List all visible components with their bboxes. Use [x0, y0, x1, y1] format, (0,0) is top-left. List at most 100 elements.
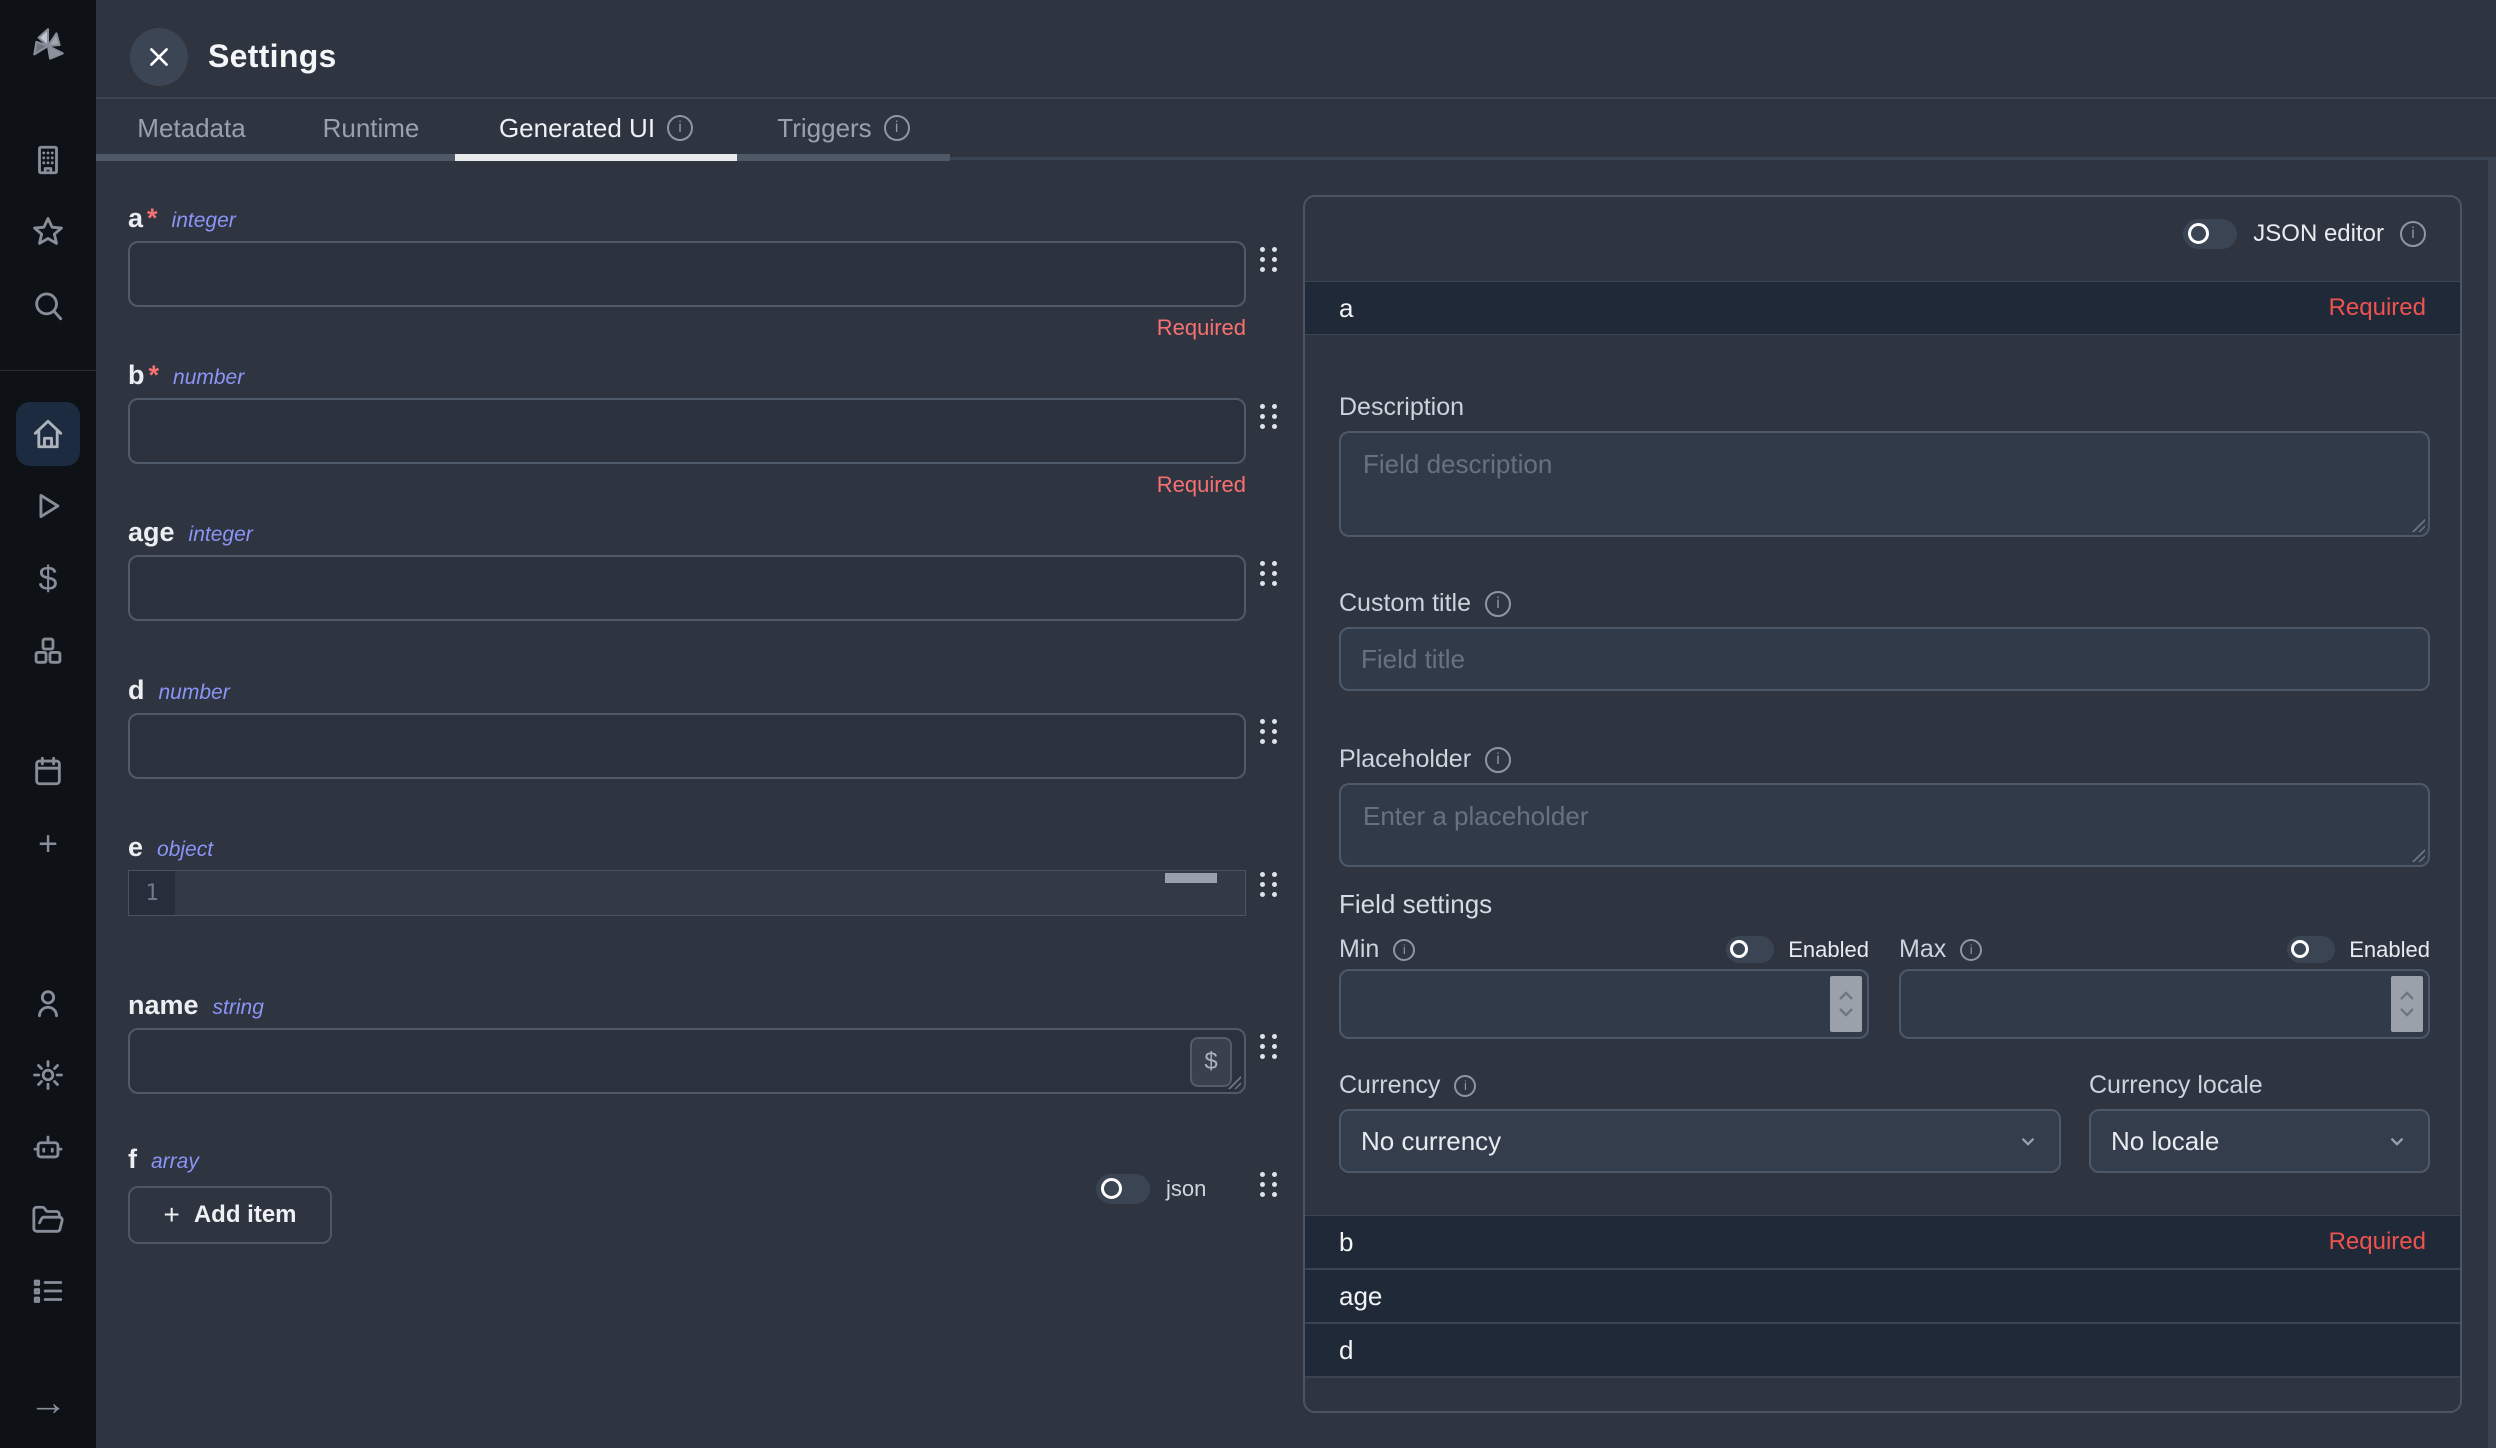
currency-value: No currency	[1361, 1126, 1501, 1157]
tab-strip	[96, 154, 455, 161]
required-note: Required	[128, 472, 1246, 498]
bot-icon[interactable]	[0, 1119, 96, 1175]
search-glyph	[31, 289, 65, 323]
calendar-icon[interactable]	[0, 743, 96, 799]
placeholder-textarea[interactable]: Enter a placeholder	[1339, 783, 2430, 867]
star-icon[interactable]	[0, 204, 96, 260]
field-name-textarea[interactable]: $	[128, 1028, 1246, 1094]
field-a-input[interactable]	[128, 241, 1246, 307]
generated-form-preview: a * integer Required b * number Required…	[128, 195, 1283, 1415]
tab-metadata[interactable]: Metadata	[96, 99, 287, 157]
field-name-string: name string $	[128, 990, 1283, 1094]
add-item-button[interactable]: + Add item	[128, 1186, 332, 1244]
field-type: number	[173, 366, 244, 390]
boxes-glyph	[31, 634, 65, 668]
max-number-input[interactable]	[1899, 969, 2430, 1039]
calendar-glyph	[31, 754, 65, 788]
search-icon[interactable]	[0, 278, 96, 334]
editor-scrollbar[interactable]	[1165, 873, 1217, 883]
max-label-group: Max i	[1899, 935, 1982, 964]
field-row-a[interactable]: a Required	[1305, 281, 2460, 335]
boxes-icon[interactable]	[0, 623, 96, 679]
currency-locale-select[interactable]: No locale	[2089, 1109, 2430, 1173]
resize-handle[interactable]	[2410, 517, 2425, 532]
tab-generated-ui[interactable]: Generated UI i	[455, 99, 737, 157]
description-textarea[interactable]: Field description	[1339, 431, 2430, 537]
close-icon	[146, 44, 172, 70]
field-row-d[interactable]: d	[1305, 1323, 2460, 1377]
json-editor-toggle[interactable]	[2183, 219, 2237, 249]
field-row-b[interactable]: b Required	[1305, 1215, 2460, 1269]
drag-handle-icon[interactable]	[1260, 719, 1282, 753]
bot-glyph	[31, 1130, 65, 1164]
number-spinner[interactable]	[1830, 976, 1862, 1032]
field-d-input[interactable]	[128, 713, 1246, 779]
field-name: d	[128, 675, 145, 706]
field-editor-panel: JSON editor i a Required Description Fie…	[1303, 195, 2462, 1413]
custom-title-input[interactable]	[1339, 627, 2430, 691]
windmill-logo-icon[interactable]	[0, 18, 96, 74]
close-button[interactable]	[130, 28, 188, 86]
field-type: integer	[189, 523, 253, 547]
min-enabled-toggle[interactable]	[1726, 936, 1774, 963]
field-name: e	[128, 832, 143, 863]
drag-handle-icon[interactable]	[1260, 404, 1282, 438]
windmill-logo-glyph	[27, 25, 69, 67]
field-name: a	[128, 203, 143, 234]
drag-handle-icon[interactable]	[1260, 872, 1282, 906]
arrow-right-icon[interactable]: →	[0, 1375, 96, 1431]
resize-handle[interactable]	[2410, 847, 2425, 862]
field-type: object	[157, 838, 213, 862]
field-name: name	[128, 990, 199, 1021]
building-glyph	[31, 143, 65, 177]
chevron-down-icon	[2017, 1130, 2039, 1152]
info-icon: i	[1393, 939, 1415, 961]
field-b-input[interactable]	[128, 398, 1246, 464]
field-type: array	[151, 1150, 199, 1174]
user-icon[interactable]	[0, 975, 96, 1031]
tab-triggers[interactable]: Triggers i	[737, 99, 950, 157]
field-age-input[interactable]	[128, 555, 1246, 621]
gear-icon[interactable]	[0, 1047, 96, 1103]
dollar-icon[interactable]: $	[0, 551, 96, 607]
variable-picker-button[interactable]: $	[1190, 1037, 1232, 1087]
list-icon[interactable]	[0, 1263, 96, 1319]
locale-value: No locale	[2111, 1126, 2219, 1157]
editor-line-number: 1	[129, 871, 175, 915]
json-editor-label: JSON editor	[2253, 220, 2384, 248]
currency-select[interactable]: No currency	[1339, 1109, 2061, 1173]
drag-handle-icon[interactable]	[1260, 247, 1282, 281]
field-head: d number	[128, 675, 1283, 707]
drag-handle-icon[interactable]	[1260, 1034, 1282, 1068]
row-label: a	[1339, 293, 1353, 324]
info-icon: i	[1454, 1075, 1476, 1097]
plus-icon[interactable]: +	[0, 816, 96, 872]
folder-open-icon[interactable]	[0, 1192, 96, 1248]
plus-glyph: +	[38, 827, 58, 861]
field-type: string	[213, 996, 264, 1020]
row-label: d	[1339, 1335, 1353, 1366]
max-enabled-toggle[interactable]	[2287, 936, 2335, 963]
add-item-label: Add item	[194, 1201, 297, 1229]
tab-runtime[interactable]: Runtime	[287, 99, 455, 157]
label-text: Currency locale	[2089, 1071, 2263, 1100]
field-e-code-editor[interactable]: 1	[128, 870, 1246, 916]
field-row-age[interactable]: age	[1305, 1269, 2460, 1323]
toggle-knob	[2188, 223, 2209, 244]
folder-open-glyph	[31, 1203, 65, 1237]
info-icon: i	[2400, 221, 2426, 247]
sidebar-item-home[interactable]	[16, 402, 80, 466]
number-spinner[interactable]	[2391, 976, 2423, 1032]
tab-label: Triggers	[777, 113, 871, 144]
label-text: Description	[1339, 393, 1464, 422]
building-icon[interactable]	[0, 132, 96, 188]
play-icon[interactable]	[0, 478, 96, 534]
drag-handle-icon[interactable]	[1260, 1172, 1282, 1206]
drag-handle-icon[interactable]	[1260, 561, 1282, 595]
json-toggle[interactable]	[1096, 1174, 1150, 1204]
scrollbar-track[interactable]	[2488, 160, 2496, 1448]
tab-bar: Metadata Runtime Generated UI i Triggers…	[96, 99, 950, 157]
min-number-input[interactable]	[1339, 969, 1869, 1039]
field-head: b * number	[128, 360, 1283, 392]
field-age: age integer	[128, 517, 1283, 621]
